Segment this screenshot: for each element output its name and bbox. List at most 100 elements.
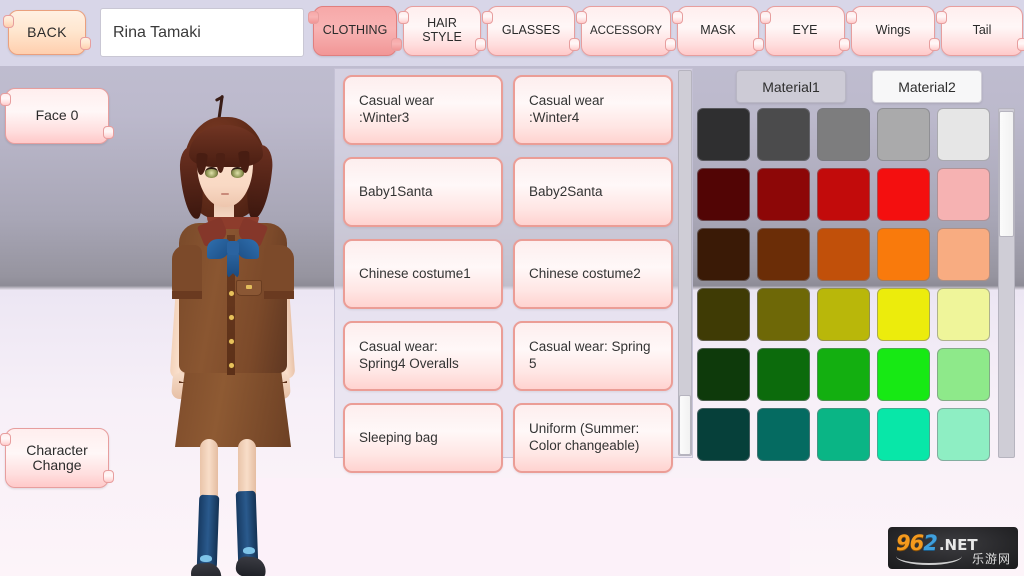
clothing-item-label: Casual wear :Winter4 — [529, 93, 605, 125]
color-swatch[interactable] — [757, 228, 810, 281]
sakura-school-dressup-screen: BACK Rina Tamaki CLOTHING HAIR STYLE GLA… — [0, 0, 1024, 576]
color-swatch[interactable] — [817, 108, 870, 161]
color-swatch[interactable] — [877, 228, 930, 281]
dress-button — [229, 339, 234, 344]
tab-material2[interactable]: Material2 — [872, 70, 982, 103]
color-swatch[interactable] — [877, 408, 930, 461]
color-swatch[interactable] — [697, 168, 750, 221]
category-tab-bar: CLOTHING HAIR STYLE GLASSES ACCESSORY MA… — [308, 6, 1024, 60]
color-swatch[interactable] — [697, 288, 750, 341]
tab-eye-label: EYE — [792, 23, 818, 38]
dress-hemline — [179, 381, 287, 407]
tab-mask[interactable]: MASK — [672, 6, 764, 56]
clothing-scrollbar[interactable] — [678, 70, 692, 456]
bottom-pink-panel — [250, 478, 790, 576]
color-swatch[interactable] — [937, 108, 990, 161]
mouth — [221, 193, 229, 195]
clothing-list-panel: Casual wear :Winter3 Casual wear :Winter… — [334, 68, 693, 473]
color-swatch[interactable] — [697, 408, 750, 461]
tab-hair-style-label: HAIR STYLE — [422, 16, 462, 44]
clothing-item-label: Chinese costume1 — [359, 265, 471, 281]
color-swatch[interactable] — [877, 288, 930, 341]
color-swatch[interactable] — [937, 228, 990, 281]
character-change-label: Character Change — [26, 441, 88, 473]
color-swatch[interactable] — [817, 408, 870, 461]
face-button-label: Face 0 — [35, 107, 79, 124]
color-swatch[interactable] — [757, 288, 810, 341]
clothing-item[interactable]: Baby2Santa — [513, 157, 673, 227]
clothing-item[interactable]: Casual wear :Winter4 — [513, 75, 673, 145]
color-swatch[interactable] — [817, 348, 870, 401]
dress-button — [229, 363, 234, 368]
tab-material2-label: Material2 — [898, 78, 956, 95]
color-swatch[interactable] — [937, 288, 990, 341]
eye-left — [205, 167, 218, 178]
color-swatch[interactable] — [817, 228, 870, 281]
tab-glasses-label: GLASSES — [501, 23, 561, 38]
tab-eye[interactable]: EYE — [760, 6, 850, 56]
clothing-item[interactable]: Casual wear :Winter3 — [343, 75, 503, 145]
character-name-input[interactable]: Rina Tamaki — [100, 8, 304, 57]
color-swatch[interactable] — [697, 348, 750, 401]
color-swatch[interactable] — [697, 108, 750, 161]
watermark-962net: 96 2 .NET 乐游网 — [888, 527, 1018, 569]
color-swatch[interactable] — [817, 168, 870, 221]
clothing-item-label: Casual wear: Spring4 Overalls — [359, 339, 459, 371]
clothing-item-label: Uniform (Summer: Color changeable) — [529, 421, 640, 453]
tab-wings[interactable]: Wings — [846, 6, 940, 56]
clothing-item-label: Casual wear: Spring 5 — [529, 339, 651, 371]
pocket-button — [246, 285, 252, 289]
watermark-digits-orange: 96 — [896, 531, 924, 555]
character-change-button[interactable]: Character Change — [0, 428, 114, 488]
character-model[interactable] — [143, 94, 323, 576]
clothing-item[interactable]: Casual wear: Spring4 Overalls — [343, 321, 503, 391]
neck-bow — [207, 237, 259, 279]
color-swatch[interactable] — [937, 408, 990, 461]
tab-material1-label: Material1 — [762, 78, 820, 95]
color-swatch[interactable] — [877, 168, 930, 221]
clothing-item-label: Casual wear :Winter3 — [359, 93, 435, 125]
color-swatch[interactable] — [937, 348, 990, 401]
clothing-item[interactable]: Sleeping bag — [343, 403, 503, 473]
color-swatch[interactable] — [757, 108, 810, 161]
tab-material1[interactable]: Material1 — [736, 70, 846, 103]
tab-accessory-label: ACCESSORY — [589, 24, 662, 37]
color-swatch[interactable] — [817, 288, 870, 341]
dress-button — [229, 315, 234, 320]
character-name-value: Rina Tamaki — [113, 23, 201, 41]
tab-accessory[interactable]: ACCESSORY — [576, 6, 676, 56]
tab-clothing[interactable]: CLOTHING — [308, 6, 402, 56]
color-swatch[interactable] — [877, 108, 930, 161]
back-button-label: BACK — [27, 23, 67, 40]
color-swatch[interactable] — [757, 168, 810, 221]
watermark-chinese: 乐游网 — [971, 552, 1011, 566]
tab-hair-style[interactable]: HAIR STYLE — [398, 6, 486, 56]
tab-glasses[interactable]: GLASSES — [482, 6, 580, 56]
color-swatch[interactable] — [757, 348, 810, 401]
color-scrollbar-thumb[interactable] — [999, 111, 1014, 237]
dress-button — [229, 291, 234, 296]
color-swatch[interactable] — [697, 228, 750, 281]
watermark-swoosh-icon — [896, 556, 962, 565]
clothing-item-label: Chinese costume2 — [529, 265, 641, 281]
clothing-item-label: Sleeping bag — [359, 429, 438, 445]
color-swatch[interactable] — [937, 168, 990, 221]
clothing-item[interactable]: Uniform (Summer: Color changeable) — [513, 403, 673, 473]
clothing-scrollbar-thumb[interactable] — [679, 395, 691, 455]
color-scrollbar[interactable] — [998, 108, 1015, 458]
clothing-item-label: Baby1Santa — [359, 183, 433, 199]
shoe-bow-left — [200, 555, 212, 562]
tab-mask-label: MASK — [700, 23, 736, 38]
clothing-item[interactable]: Chinese costume1 — [343, 239, 503, 309]
color-swatch[interactable] — [757, 408, 810, 461]
clothing-item-label: Baby2Santa — [529, 183, 603, 199]
tab-tail-label: Tail — [972, 23, 992, 38]
top-bar: BACK Rina Tamaki CLOTHING HAIR STYLE GLA… — [0, 0, 1024, 66]
clothing-item[interactable]: Casual wear: Spring 5 — [513, 321, 673, 391]
clothing-item[interactable]: Baby1Santa — [343, 157, 503, 227]
face-button[interactable]: Face 0 — [0, 88, 114, 144]
back-button[interactable]: BACK — [3, 10, 91, 55]
tab-tail[interactable]: Tail — [936, 6, 1024, 56]
clothing-item[interactable]: Chinese costume2 — [513, 239, 673, 309]
color-swatch[interactable] — [877, 348, 930, 401]
